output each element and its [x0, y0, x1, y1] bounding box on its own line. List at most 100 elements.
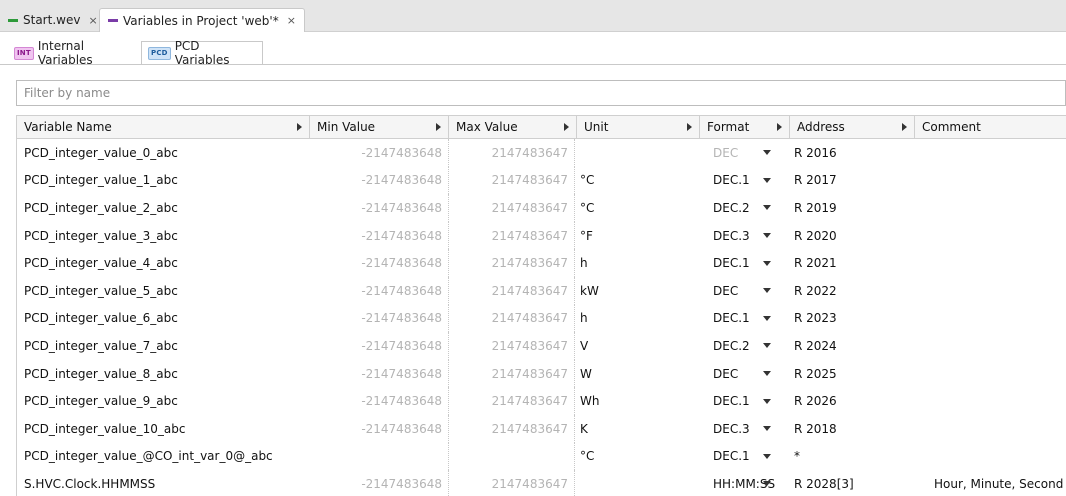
variable-name-cell[interactable]: PCD_integer_value_2_abc [17, 194, 310, 222]
address-cell[interactable]: R 2025 [790, 360, 915, 388]
table-row[interactable]: PCD_integer_value_1_abc -2147483648 214748… [17, 166, 1066, 195]
comment-cell[interactable] [931, 387, 1066, 415]
variable-name-cell[interactable]: PCD_integer_value_5_abc [17, 277, 310, 305]
address-cell[interactable]: R 2021 [790, 249, 915, 277]
format-dropdown[interactable] [757, 139, 777, 167]
unit-cell[interactable] [577, 470, 700, 496]
variable-name-cell[interactable]: PCD_integer_value_1_abc [17, 167, 310, 195]
table-row[interactable]: PCD_integer_value_9_abc -2147483648 214748… [17, 387, 1066, 415]
comment-cell[interactable] [931, 194, 1066, 222]
max-value-cell[interactable] [449, 442, 575, 471]
min-value-cell[interactable]: -2147483648 [310, 332, 449, 360]
max-value-cell[interactable]: 2147483647 [449, 276, 575, 305]
filter-input[interactable] [16, 80, 1066, 106]
min-value-cell[interactable]: -2147483648 [310, 276, 449, 305]
chevron-down-icon[interactable] [763, 481, 771, 487]
max-value-cell[interactable]: 2147483647 [449, 194, 575, 222]
comment-cell[interactable] [931, 277, 1066, 305]
unit-cell[interactable]: K [577, 415, 700, 443]
address-cell[interactable]: R 2018 [790, 415, 915, 443]
sort-arrow-icon[interactable] [687, 123, 692, 131]
min-value-cell[interactable]: -2147483648 [310, 194, 449, 222]
address-cell[interactable]: * [790, 443, 915, 471]
table-row[interactable]: PCD_integer_value_5_abc -2147483648 214748… [17, 276, 1066, 305]
chevron-down-icon[interactable] [763, 260, 771, 266]
table-row[interactable]: PCD_integer_value_7_abc -2147483648 214748… [17, 332, 1066, 360]
max-value-cell[interactable]: 2147483647 [449, 359, 575, 388]
address-cell[interactable]: R 2023 [790, 305, 915, 333]
address-cell[interactable]: R 2026 [790, 387, 915, 415]
sort-arrow-icon[interactable] [902, 123, 907, 131]
min-value-cell[interactable]: -2147483648 [310, 249, 449, 277]
min-value-cell[interactable]: -2147483648 [310, 359, 449, 388]
unit-cell[interactable]: kW [577, 277, 700, 305]
format-dropdown[interactable] [757, 443, 777, 471]
table-row[interactable]: PCD_integer_value_2_abc -2147483648 214748… [17, 194, 1066, 222]
chevron-down-icon[interactable] [763, 288, 771, 294]
sort-arrow-icon[interactable] [564, 123, 569, 131]
unit-cell[interactable]: h [577, 305, 700, 333]
format-dropdown[interactable] [757, 167, 777, 195]
address-cell[interactable]: R 2028[3] [790, 470, 915, 496]
editor-tab-variables[interactable]: Variables in Project 'web'* × [99, 8, 305, 32]
column-header-max-value[interactable]: Max Value [449, 116, 577, 138]
unit-cell[interactable] [577, 139, 700, 167]
variable-name-cell[interactable]: PCD_integer_value_0_abc [17, 139, 310, 167]
table-row[interactable]: PCD_integer_value_3_abc -2147483648 214748… [17, 221, 1066, 250]
table-row[interactable]: PCD_integer_value_10_abc -2147483648 21474… [17, 414, 1066, 443]
editor-tab-start-wev[interactable]: Start.wev × [0, 8, 106, 32]
min-value-cell[interactable]: -2147483648 [310, 139, 449, 167]
table-row[interactable]: PCD_integer_value_8_abc -2147483648 214748… [17, 359, 1066, 388]
max-value-cell[interactable]: 2147483647 [449, 387, 575, 415]
table-row[interactable]: S.HVC.Clock.HHMMSS -2147483648 2147483647 H… [17, 470, 1066, 496]
format-dropdown[interactable] [757, 305, 777, 333]
min-value-cell[interactable]: -2147483648 [310, 387, 449, 415]
close-icon[interactable]: × [88, 14, 97, 27]
column-header-format[interactable]: Format [700, 116, 790, 138]
min-value-cell[interactable]: -2147483648 [310, 414, 449, 443]
comment-cell[interactable] [931, 332, 1066, 360]
min-value-cell[interactable]: -2147483648 [310, 221, 449, 250]
min-value-cell[interactable]: -2147483648 [310, 166, 449, 195]
chevron-down-icon[interactable] [763, 371, 771, 377]
variable-name-cell[interactable]: S.HVC.Clock.HHMMSS [17, 470, 310, 496]
chevron-down-icon[interactable] [763, 233, 771, 239]
format-dropdown[interactable] [757, 222, 777, 250]
min-value-cell[interactable] [310, 442, 449, 471]
format-dropdown[interactable] [757, 277, 777, 305]
format-dropdown[interactable] [757, 470, 777, 496]
column-header-min-value[interactable]: Min Value [310, 116, 449, 138]
format-dropdown[interactable] [757, 415, 777, 443]
variable-name-cell[interactable]: PCD_integer_value_4_abc [17, 249, 310, 277]
table-row[interactable]: PCD_integer_value_0_abc -2147483648 214748… [17, 139, 1066, 167]
max-value-cell[interactable]: 2147483647 [449, 166, 575, 195]
min-value-cell[interactable]: -2147483648 [310, 304, 449, 333]
max-value-cell[interactable]: 2147483647 [449, 221, 575, 250]
variable-name-cell[interactable]: PCD_integer_value_6_abc [17, 305, 310, 333]
variable-name-cell[interactable]: PCD_integer_value_7_abc [17, 332, 310, 360]
column-header-unit[interactable]: Unit [577, 116, 700, 138]
column-header-comment[interactable]: Comment [915, 116, 1066, 138]
table-row[interactable]: PCD_integer_value_6_abc -2147483648 214748… [17, 304, 1066, 333]
max-value-cell[interactable]: 2147483647 [449, 304, 575, 333]
column-header-address[interactable]: Address [790, 116, 915, 138]
column-header-variable-name[interactable]: Variable Name [17, 116, 310, 138]
sort-arrow-icon[interactable] [777, 123, 782, 131]
address-cell[interactable]: R 2020 [790, 222, 915, 250]
tab-pcd-variables[interactable]: PCD PCD Variables [141, 39, 263, 67]
min-value-cell[interactable]: -2147483648 [310, 470, 449, 496]
comment-cell[interactable] [931, 249, 1066, 277]
variable-name-cell[interactable]: PCD_integer_value_8_abc [17, 360, 310, 388]
variable-name-cell[interactable]: PCD_integer_value_@CO_int_var_0@_abc [17, 443, 310, 471]
address-cell[interactable]: R 2017 [790, 167, 915, 195]
unit-cell[interactable]: °C [577, 167, 700, 195]
max-value-cell[interactable]: 2147483647 [449, 332, 575, 360]
comment-cell[interactable] [931, 139, 1066, 167]
unit-cell[interactable]: W [577, 360, 700, 388]
sort-arrow-icon[interactable] [436, 123, 441, 131]
comment-cell[interactable] [931, 305, 1066, 333]
chevron-down-icon[interactable] [763, 150, 771, 156]
address-cell[interactable]: R 2022 [790, 277, 915, 305]
address-cell[interactable]: R 2016 [790, 139, 915, 167]
max-value-cell[interactable]: 2147483647 [449, 139, 575, 167]
